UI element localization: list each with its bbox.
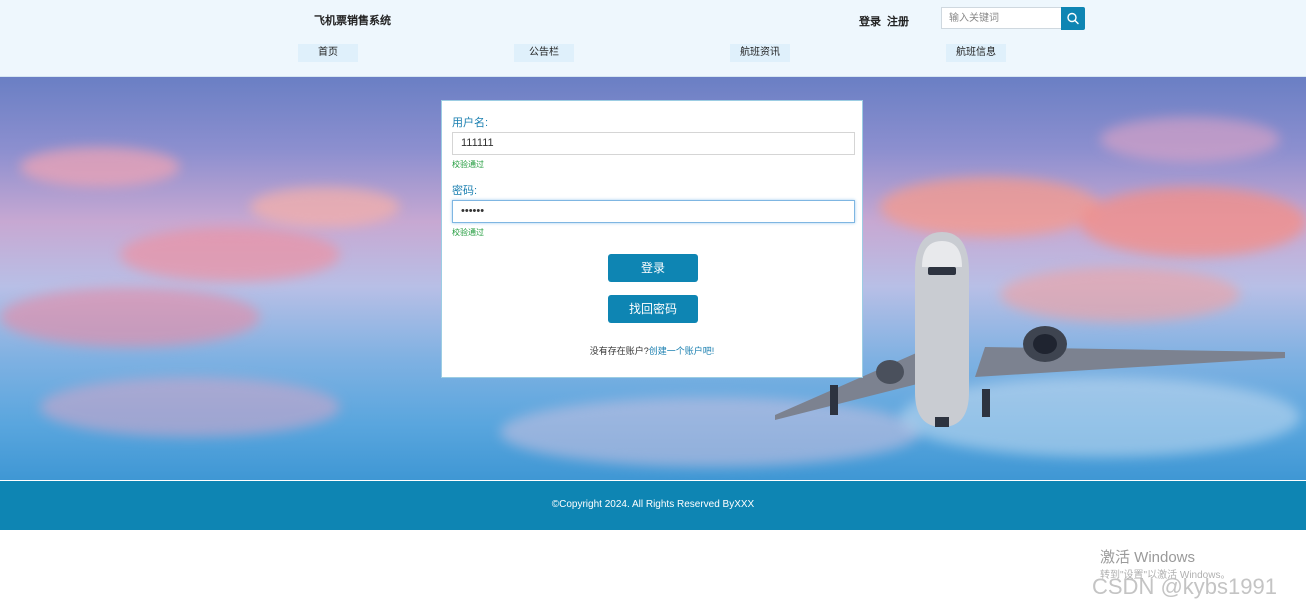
cloud: [20, 147, 180, 187]
search-button[interactable]: [1061, 7, 1085, 30]
username-status: 校验通过: [452, 160, 484, 169]
nav-flight-info[interactable]: 航班信息: [946, 44, 1006, 62]
register-link[interactable]: 注册: [887, 13, 909, 29]
cloud: [40, 377, 340, 437]
login-link[interactable]: 登录: [859, 13, 881, 29]
cloud: [250, 187, 400, 227]
nav-home[interactable]: 首页: [298, 44, 358, 62]
create-account-link[interactable]: 创建一个账户吧!: [649, 346, 715, 356]
header: 飞机票销售系统 登录 注册 首页 公告栏 航班资讯 航班信息: [0, 0, 1306, 77]
password-label: 密码:: [452, 185, 478, 197]
footer: ©Copyright 2024. All Rights Reserved ByX…: [0, 481, 1306, 530]
nav-announcements[interactable]: 公告栏: [514, 44, 574, 62]
username-input[interactable]: 111111: [452, 132, 855, 155]
site-title: 飞机票销售系统: [314, 15, 391, 27]
cloud: [120, 227, 340, 282]
register-prompt-line: 没有存在账户?创建一个账户吧!: [442, 344, 862, 357]
login-card: 用户名: 111111 校验通过 密码: •••••• 校验通过 登录 找回密码…: [441, 100, 863, 378]
login-button[interactable]: 登录: [608, 254, 698, 282]
password-input[interactable]: ••••••: [452, 200, 855, 223]
search-input[interactable]: [941, 7, 1061, 29]
search-icon: [1067, 12, 1079, 25]
windows-activation-title: 激活 Windows: [1100, 549, 1196, 566]
username-label: 用户名:: [452, 117, 489, 129]
nav-flight-news[interactable]: 航班资讯: [730, 44, 790, 62]
copyright-text: ©Copyright 2024. All Rights Reserved ByX…: [551, 499, 755, 510]
csdn-watermark: CSDN @kybs1991: [1092, 574, 1277, 599]
password-status: 校验通过: [452, 228, 484, 237]
recover-password-button[interactable]: 找回密码: [608, 295, 698, 323]
register-prompt: 没有存在账户?: [589, 346, 649, 356]
cloud: [1100, 117, 1280, 162]
cloud: [0, 287, 260, 347]
